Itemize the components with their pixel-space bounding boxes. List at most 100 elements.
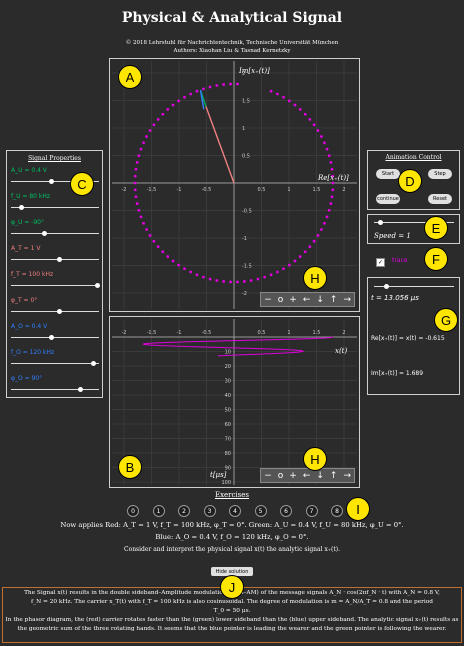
trace-point	[320, 135, 323, 138]
time-slider[interactable]	[374, 284, 454, 289]
trace-point	[208, 277, 212, 281]
zoom-out-button[interactable]: −	[261, 471, 275, 481]
trace-point	[161, 112, 165, 116]
start-button[interactable]: Start	[376, 169, 400, 179]
exercise-button-0[interactable]: 0	[127, 505, 139, 517]
authors: Authors: Xiaohan Liu & Tasnad Kernetzky	[173, 48, 291, 54]
signal-property-label: f_O = 120 kHz	[11, 349, 55, 356]
pan-down-button[interactable]: ↓	[313, 471, 327, 481]
time-graph-controls: − o + ← ↓ ↑ →	[260, 468, 355, 483]
pan-left-button[interactable]: ←	[300, 295, 314, 305]
exercise-button-3[interactable]: 3	[203, 505, 216, 517]
y-tick-label: -1.5	[242, 264, 252, 270]
trace-point	[329, 161, 333, 164]
trace-checkbox[interactable]: ✓	[376, 258, 385, 267]
slider-knob[interactable]	[78, 387, 84, 392]
exercise-button-1[interactable]: 1	[152, 505, 165, 517]
x-axis-label: x(t)	[335, 347, 347, 355]
slider-knob[interactable]	[48, 335, 54, 340]
marker-g: G	[434, 308, 458, 332]
y-tick-label: 50	[225, 408, 231, 414]
trace-point	[208, 85, 212, 89]
trace-point	[202, 87, 205, 91]
zoom-reset-button[interactable]: o	[275, 471, 287, 481]
exercise-button-5[interactable]: 5	[254, 505, 267, 517]
signal-property-slider[interactable]	[11, 257, 99, 262]
trace-point	[323, 221, 326, 225]
trace-point	[331, 188, 335, 192]
signal-property-slider[interactable]	[11, 387, 99, 392]
signal-property-slider[interactable]	[11, 335, 99, 340]
marker-c: C	[70, 172, 94, 196]
y-tick-label: 60	[225, 422, 231, 428]
trace-point	[133, 188, 137, 192]
reset-button[interactable]: Reset	[428, 194, 452, 204]
signal-property-slider[interactable]	[11, 309, 99, 314]
exercise-button-4[interactable]: 4	[229, 505, 241, 517]
page-title: Physical & Analytical Signal	[121, 10, 343, 26]
trace-point	[166, 255, 170, 258]
pan-down-button[interactable]: ↓	[313, 295, 327, 305]
time-slider-knob[interactable]	[383, 284, 389, 289]
x-tick-label: -1	[177, 330, 182, 336]
zoom-in-button[interactable]: +	[286, 295, 300, 305]
signal-property-slider[interactable]	[11, 231, 99, 236]
speed-slider-knob[interactable]	[377, 220, 383, 225]
trace-point	[189, 270, 193, 274]
slider-knob[interactable]	[95, 283, 100, 288]
solution-line: In the phasor diagram, the (red) carrier…	[5, 617, 459, 623]
trace-point	[275, 92, 279, 96]
signal-property-row: φ_O = 90°	[11, 375, 99, 395]
y-tick-label: 1	[242, 126, 245, 132]
slider-knob[interactable]	[42, 231, 48, 236]
x-tick-label: -2	[122, 187, 127, 193]
trace-point	[135, 161, 139, 164]
y-tick-label: 10	[225, 350, 231, 356]
pan-left-button[interactable]: ←	[300, 471, 314, 481]
exercise-button-2[interactable]: 2	[178, 505, 190, 517]
trace-point	[183, 267, 186, 271]
slider-knob[interactable]	[57, 257, 63, 262]
slider-knob[interactable]	[57, 309, 63, 314]
step-button[interactable]: Step	[428, 169, 452, 179]
trace-point	[229, 82, 232, 86]
x-axis-label: Re[x₊(t)]	[317, 174, 349, 182]
exercise-button-6[interactable]: 6	[280, 505, 292, 517]
slider-knob[interactable]	[90, 361, 96, 366]
trace-point	[139, 215, 143, 219]
zoom-in-button[interactable]: +	[286, 471, 300, 481]
pan-right-button[interactable]: →	[340, 471, 354, 481]
pan-up-button[interactable]: ↑	[327, 471, 341, 481]
exercise-button-8[interactable]: 8	[331, 505, 343, 517]
signal-property-row: f_O = 120 kHz	[11, 349, 99, 369]
x-tick-label: -1	[177, 187, 182, 193]
pan-up-button[interactable]: ↑	[327, 295, 341, 305]
check-icon: ✓	[377, 259, 384, 266]
trace-point	[275, 270, 279, 274]
pan-right-button[interactable]: →	[340, 295, 354, 305]
y-tick-label: -1	[242, 236, 247, 242]
trace-point	[293, 259, 297, 263]
slider-knob[interactable]	[19, 205, 25, 210]
signal-property-label: φ_T = 0°	[11, 297, 38, 304]
trace-point	[137, 154, 141, 158]
signal-property-row: φ_T = 0°	[11, 297, 99, 317]
slider-knob[interactable]	[48, 179, 54, 184]
trace-point	[316, 234, 320, 237]
x-tick-label: 2	[342, 330, 345, 336]
signal-property-slider[interactable]	[11, 205, 99, 210]
animation-control-title: Animation Control	[385, 154, 442, 161]
continue-button[interactable]: continue	[376, 194, 400, 204]
zoom-reset-button[interactable]: o	[275, 295, 287, 305]
trace-point	[166, 108, 170, 111]
trace-point	[236, 280, 239, 284]
trace-point	[152, 239, 156, 243]
signal-property-slider[interactable]	[11, 283, 100, 288]
exercise-text-line1: Now applies Red: A_T = 1 V, f_T = 100 kH…	[60, 521, 404, 529]
signal-property-label: φ_O = 90°	[11, 375, 43, 382]
zoom-out-button[interactable]: −	[261, 295, 275, 305]
signal-property-label: f_T = 100 kHz	[11, 271, 54, 278]
signal-property-slider[interactable]	[11, 361, 99, 366]
copyright: © 2018 Lehrstuhl für Nachrichtentechnik,…	[125, 40, 339, 46]
exercise-button-7[interactable]: 7	[305, 505, 318, 517]
